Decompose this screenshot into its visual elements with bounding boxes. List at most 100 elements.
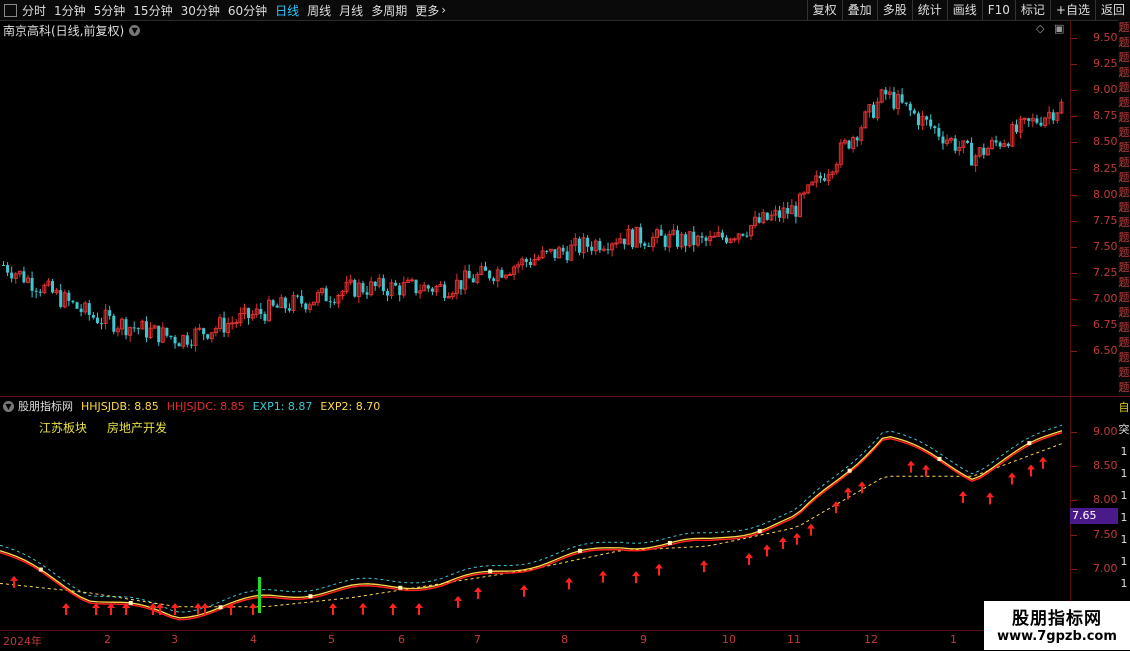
- arrow-stem: [332, 608, 334, 615]
- candle-body: [675, 230, 679, 247]
- candle-body: [970, 142, 974, 166]
- topic-sidebar[interactable]: 题题题题题题题题题题题题题题题题题题题题题题题题题: [1118, 20, 1130, 396]
- candle-body: [916, 113, 920, 126]
- signal-square: [1027, 441, 1032, 446]
- sidebar-char[interactable]: 题: [1118, 95, 1130, 110]
- candle-body: [385, 291, 389, 296]
- arrow-head: [1027, 464, 1035, 470]
- price-tick-mark: [1071, 38, 1077, 39]
- candle-body: [483, 266, 487, 271]
- sidebar-char[interactable]: 题: [1118, 230, 1130, 245]
- price-tick-mark: [1071, 90, 1077, 92]
- buy-arrow-icon: [986, 492, 994, 505]
- time-label: 6: [398, 633, 405, 646]
- candlestick-chart[interactable]: [0, 20, 1070, 396]
- toolbar-button-8[interactable]: 返回: [1094, 0, 1130, 20]
- candle-body: [34, 290, 38, 292]
- toolbar-button-5[interactable]: F10: [981, 0, 1015, 20]
- indicator-side: 自突11111111: [1118, 397, 1130, 630]
- tab-period-0[interactable]: 分时: [22, 2, 46, 19]
- sidebar-char[interactable]: 题: [1118, 155, 1130, 170]
- sidebar-char[interactable]: 题: [1118, 110, 1130, 125]
- sidebar-char[interactable]: 题: [1118, 335, 1130, 350]
- arrow-head: [907, 460, 915, 466]
- sidebar-char[interactable]: 题: [1118, 350, 1130, 365]
- candle-body: [545, 250, 549, 252]
- arrow-head: [922, 464, 930, 470]
- sidebar-char[interactable]: 题: [1118, 245, 1130, 260]
- toolbar-button-3[interactable]: 统计: [911, 0, 947, 20]
- arrow-head: [359, 602, 367, 608]
- candle-body: [892, 92, 896, 109]
- arrow-head: [1008, 472, 1016, 478]
- tab-period-1[interactable]: 1分钟: [54, 2, 86, 19]
- toolbar-button-0[interactable]: 复权: [806, 0, 842, 20]
- sidebar-char[interactable]: 题: [1118, 185, 1130, 200]
- arrow-stem: [230, 608, 232, 615]
- sidebar-char[interactable]: 题: [1118, 320, 1130, 335]
- candle-body: [6, 265, 10, 273]
- sidebar-char[interactable]: 题: [1118, 170, 1130, 185]
- sidebar-char[interactable]: 题: [1118, 125, 1130, 140]
- menu-square-icon[interactable]: [4, 3, 17, 17]
- tab-period-8[interactable]: 月线: [339, 2, 363, 19]
- price-tick-label: 9.00: [1093, 83, 1118, 97]
- sidebar-char[interactable]: 题: [1118, 20, 1130, 35]
- candle-body: [900, 94, 904, 103]
- sidebar-char[interactable]: 题: [1118, 80, 1130, 95]
- candle-body: [684, 234, 688, 246]
- candle-body: [132, 327, 136, 329]
- candle-body: [124, 319, 128, 336]
- candle-body: [712, 235, 717, 238]
- sidebar-char[interactable]: 题: [1118, 275, 1130, 290]
- indicator-tick-mark: [1071, 569, 1077, 570]
- time-label: 4: [250, 633, 257, 646]
- sidebar-char[interactable]: 题: [1118, 215, 1130, 230]
- price-tick-label: 8.50: [1093, 135, 1118, 149]
- candle-body: [230, 322, 235, 325]
- signal-square: [218, 605, 223, 610]
- chevron-right-icon[interactable]: ›: [441, 3, 446, 17]
- tab-period-3[interactable]: 15分钟: [133, 2, 172, 19]
- price-tick-mark: [1071, 142, 1077, 144]
- arrow-stem: [477, 592, 479, 600]
- candle-body: [275, 305, 279, 308]
- toolbar-button-6[interactable]: 标记: [1014, 0, 1050, 20]
- sidebar-char[interactable]: 题: [1118, 200, 1130, 215]
- side-mark: 1: [1120, 445, 1128, 458]
- arrow-head: [565, 577, 573, 583]
- tab-period-2[interactable]: 5分钟: [94, 2, 126, 19]
- buy-arrow-icon: [171, 603, 179, 615]
- arrow-stem: [766, 549, 768, 557]
- indicator-tick-mark: [1071, 432, 1077, 433]
- sidebar-char[interactable]: 题: [1118, 65, 1130, 80]
- price-tick-label: 7.50: [1093, 239, 1118, 253]
- toolbar-button-4[interactable]: 画线: [946, 0, 982, 20]
- sidebar-char[interactable]: 题: [1118, 380, 1130, 395]
- toolbar-button-2[interactable]: 多股: [876, 0, 912, 20]
- sidebar-char[interactable]: 题: [1118, 260, 1130, 275]
- sidebar-char[interactable]: 题: [1118, 290, 1130, 305]
- watermark-title: 股朋指标网: [1012, 609, 1102, 629]
- tab-period-6[interactable]: 日线: [275, 2, 299, 19]
- sidebar-char[interactable]: 题: [1118, 305, 1130, 320]
- toolbar-button-1[interactable]: 叠加: [841, 0, 877, 20]
- time-label: 10: [722, 633, 736, 646]
- sidebar-char[interactable]: 题: [1118, 50, 1130, 65]
- sidebar-char[interactable]: 题: [1118, 35, 1130, 50]
- toolbar-button-7[interactable]: +自选: [1049, 0, 1095, 20]
- tab-period-10[interactable]: 更多: [415, 2, 439, 19]
- tab-period-5[interactable]: 60分钟: [228, 2, 267, 19]
- tab-period-4[interactable]: 30分钟: [181, 2, 220, 19]
- buy-arrow-icon: [959, 490, 967, 503]
- candle-body: [884, 89, 888, 95]
- candle-body: [598, 241, 602, 251]
- sidebar-char[interactable]: 题: [1118, 140, 1130, 155]
- time-label: 1: [950, 633, 957, 646]
- sidebar-char[interactable]: 题: [1118, 365, 1130, 380]
- tab-period-7[interactable]: 周线: [307, 2, 331, 19]
- indicator-chart[interactable]: [0, 397, 1070, 630]
- arrow-stem: [457, 600, 459, 608]
- candle-body: [553, 249, 557, 258]
- tab-period-9[interactable]: 多周期: [371, 2, 407, 19]
